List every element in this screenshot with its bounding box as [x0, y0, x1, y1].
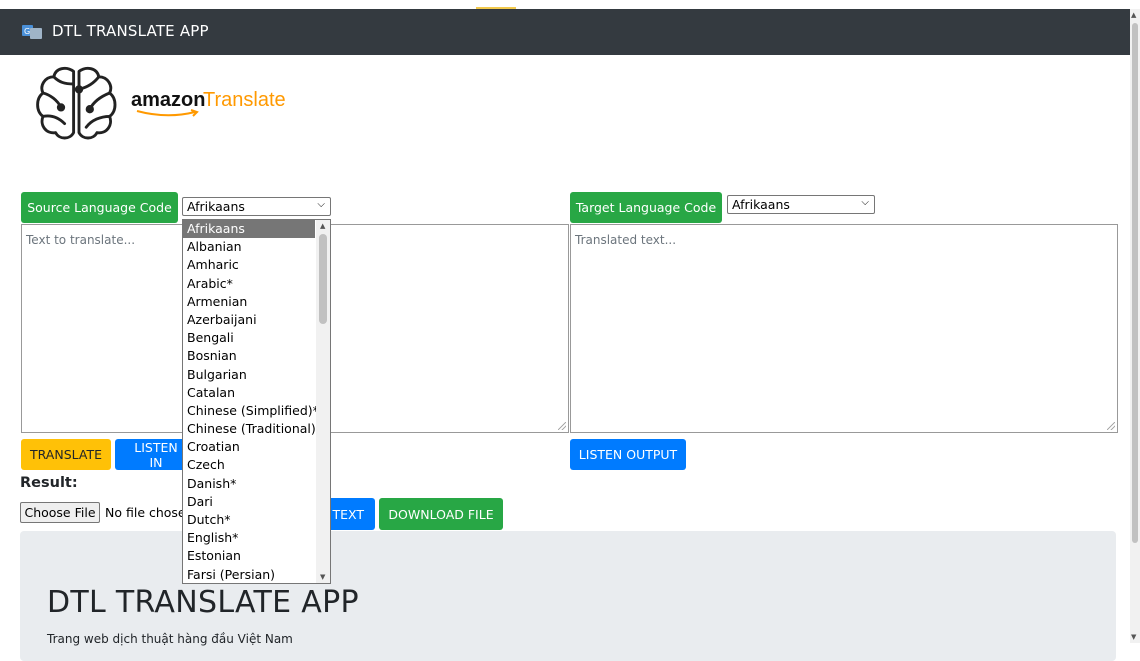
dropdown-option[interactable]: Afrikaans	[183, 220, 315, 239]
scroll-down-icon[interactable]: ▼	[1131, 633, 1136, 641]
scroll-up-icon[interactable]: ▲	[1131, 11, 1136, 19]
dropdown-option[interactable]: Bulgarian	[183, 366, 315, 384]
dropdown-option[interactable]: Estonian	[183, 547, 315, 565]
logo-translate-word: Translate	[203, 89, 286, 111]
dropdown-scroll-thumb[interactable]	[319, 234, 327, 324]
dropdown-option[interactable]: Chinese (Simplified)*	[183, 402, 319, 420]
dropdown-option[interactable]: Arabic*	[183, 275, 315, 293]
resize-handle-icon[interactable]	[558, 422, 566, 430]
navbar: G DTL TRANSLATE APP	[0, 9, 1130, 55]
svg-text:G: G	[24, 27, 30, 36]
top-strip	[0, 0, 1130, 9]
navbar-title[interactable]: DTL TRANSLATE APP	[52, 22, 209, 40]
chevron-down-icon: ⌵	[317, 199, 325, 210]
result-label: Result:	[20, 475, 78, 491]
download-file-button[interactable]: DOWNLOAD FILE	[379, 498, 503, 530]
page-scrollbar[interactable]: ▲ ▼	[1130, 9, 1140, 643]
dropdown-option[interactable]: Dari	[183, 493, 315, 511]
dropdown-option[interactable]: Armenian	[183, 293, 315, 311]
source-select-value: Afrikaans	[187, 199, 245, 214]
amazon-translate-brain-icon	[36, 66, 117, 140]
dropdown-option[interactable]: Azerbaijani	[183, 311, 315, 329]
listen-input-button[interactable]: LISTEN IN	[115, 439, 185, 470]
dropdown-option[interactable]: English*	[183, 529, 315, 547]
scroll-up-icon[interactable]: ▲	[320, 222, 325, 230]
listen-output-button[interactable]: LISTEN OUTPUT	[570, 439, 686, 470]
dropdown-option[interactable]: Bengali	[183, 329, 315, 347]
chevron-down-icon: ⌵	[861, 197, 869, 208]
page-scroll-thumb[interactable]	[1132, 23, 1138, 543]
dropdown-option[interactable]: Catalan	[183, 384, 315, 402]
dropdown-options: Afrikaans Albanian Amharic Arabic* Armenian A…	[183, 220, 319, 583]
target-language-select[interactable]: Afrikaans ⌵	[727, 195, 875, 214]
file-status-text: No file chose	[105, 505, 186, 520]
scroll-down-icon[interactable]: ▼	[320, 573, 325, 581]
translated-text-output[interactable]: Translated text...	[570, 224, 1118, 433]
translate-button[interactable]: TRANSLATE	[21, 439, 111, 470]
dropdown-option[interactable]: Albanian	[183, 238, 315, 256]
dropdown-option[interactable]: Amharic	[183, 256, 315, 274]
source-language-dropdown[interactable]: Afrikaans Albanian Amharic Arabic* Armenian A…	[182, 219, 331, 584]
dropdown-option[interactable]: Farsi (Persian)	[183, 566, 315, 583]
target-select-value: Afrikaans	[732, 197, 790, 212]
translate-icon: G	[22, 25, 42, 39]
dropdown-option[interactable]: Croatian	[183, 438, 315, 456]
source-language-select[interactable]: Afrikaans ⌵	[182, 197, 331, 216]
dropdown-option[interactable]: Czech	[183, 456, 315, 474]
amazon-smile-icon	[136, 109, 199, 117]
jumbotron-subtitle: Trang web dịch thuật hàng đầu Việt Nam	[47, 632, 293, 646]
resize-handle-icon[interactable]	[1107, 422, 1115, 430]
dropdown-scrollbar[interactable]: ▲ ▼	[316, 220, 330, 583]
dropdown-option[interactable]: Bosnian	[183, 347, 315, 365]
dropdown-option[interactable]: Dutch*	[183, 511, 315, 529]
dropdown-option[interactable]: Chinese (Traditional)	[183, 420, 316, 438]
jumbotron-title: DTL TRANSLATE APP	[47, 585, 359, 620]
source-placeholder: Text to translate...	[26, 233, 136, 247]
target-placeholder: Translated text...	[575, 233, 677, 247]
choose-file-button[interactable]: Choose File	[20, 502, 100, 523]
dropdown-option[interactable]: Danish*	[183, 475, 315, 493]
target-language-code-button[interactable]: Target Language Code	[570, 192, 722, 223]
source-language-code-button[interactable]: Source Language Code	[21, 192, 178, 223]
